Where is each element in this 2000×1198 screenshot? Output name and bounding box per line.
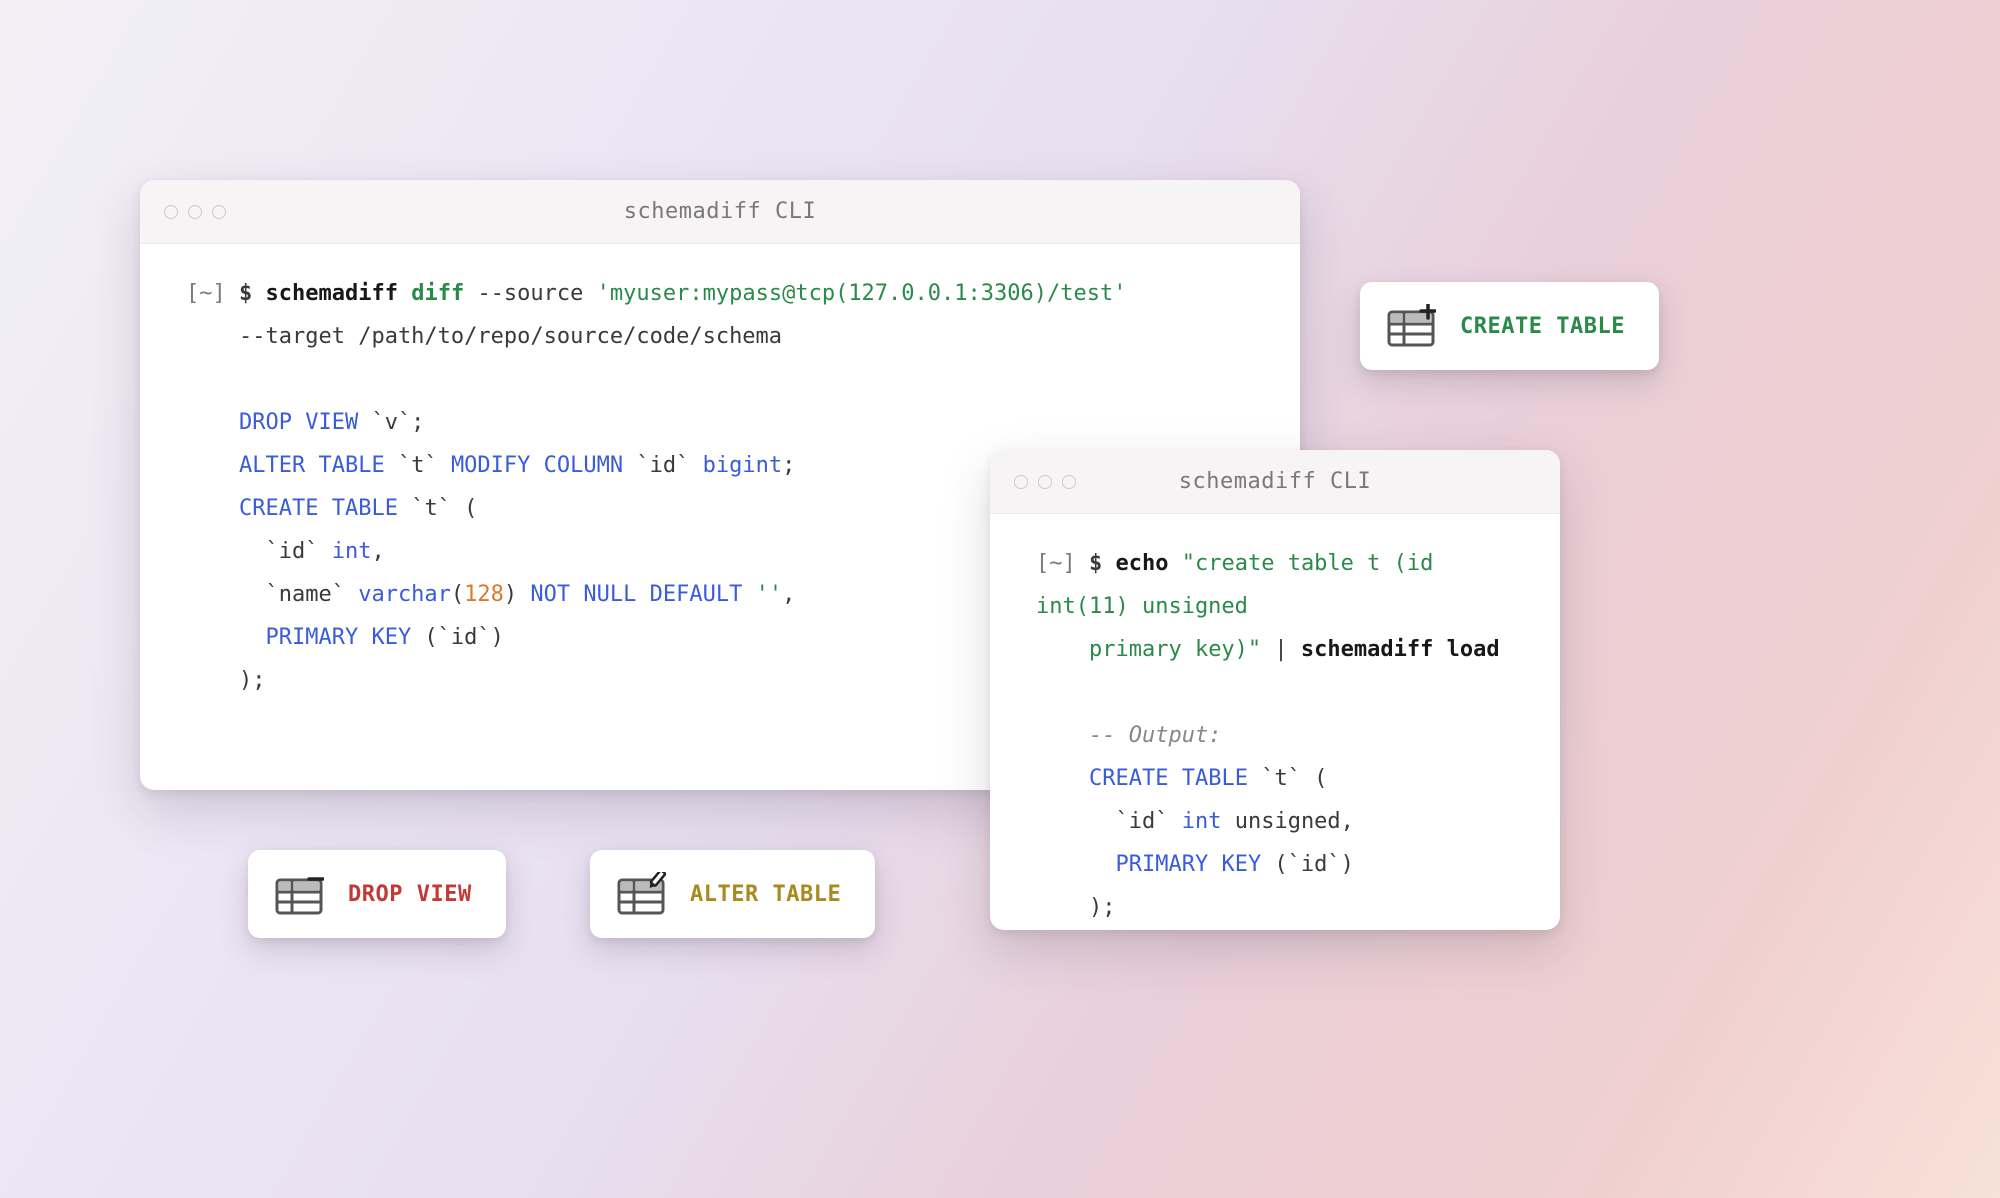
- subcommand: diff: [411, 281, 464, 306]
- terminal-header: schemadiff CLI: [990, 450, 1560, 514]
- flag-target: --target: [239, 324, 345, 349]
- dollar: $: [239, 281, 252, 306]
- source-value: 'myuser:mypass@tcp(127.0.0.1:3306)/test': [597, 281, 1127, 306]
- table-minus-icon: [274, 872, 324, 916]
- output-comment: -- Output:: [1089, 723, 1221, 748]
- badge-drop-view: DROP VIEW: [248, 850, 506, 938]
- table-pencil-icon: [616, 872, 666, 916]
- terminal-title: schemadiff CLI: [990, 469, 1560, 494]
- terminal-body-right[interactable]: [~] $ echo "create table t (id int(11) u…: [990, 514, 1560, 930]
- prompt: [~]: [1036, 551, 1076, 576]
- target-value: /path/to/repo/source/code/schema: [358, 324, 782, 349]
- pipe: |: [1261, 637, 1301, 662]
- terminal-title: schemadiff CLI: [140, 199, 1300, 224]
- terminal-header: schemadiff CLI: [140, 180, 1300, 244]
- dollar: $: [1089, 551, 1102, 576]
- terminal-window-right: schemadiff CLI [~] $ echo "create table …: [990, 450, 1560, 930]
- echo-string-part2: primary key)": [1089, 637, 1261, 662]
- command-echo: echo: [1116, 551, 1169, 576]
- badge-label: ALTER TABLE: [690, 882, 841, 907]
- sql-keyword: DROP: [239, 410, 292, 435]
- badge-create-table: CREATE TABLE: [1360, 282, 1659, 370]
- prompt: [~]: [186, 281, 226, 306]
- badge-label: CREATE TABLE: [1460, 314, 1625, 339]
- command-load: schemadiff load: [1301, 637, 1500, 662]
- table-plus-icon: [1386, 304, 1436, 348]
- flag-source: --source: [477, 281, 583, 306]
- badge-alter-table: ALTER TABLE: [590, 850, 875, 938]
- command: schemadiff: [266, 281, 398, 306]
- badge-label: DROP VIEW: [348, 882, 472, 907]
